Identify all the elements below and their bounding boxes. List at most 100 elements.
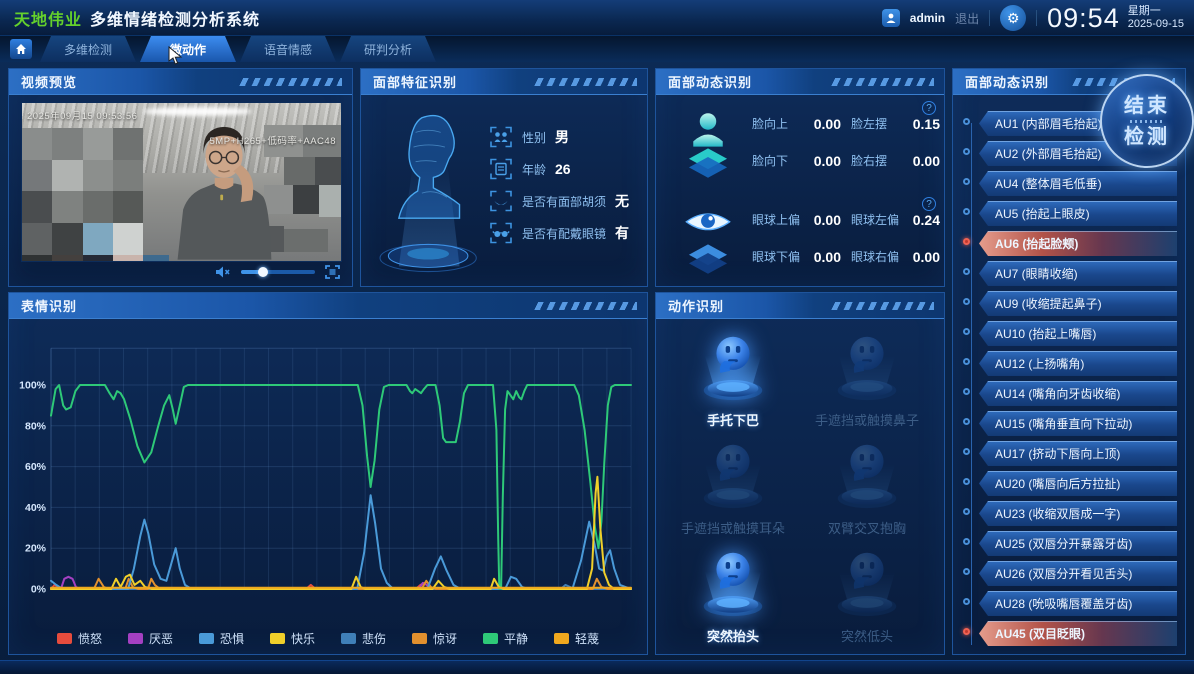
au-item[interactable]: AU45 (双目眨眼) [979, 621, 1177, 646]
tab-微动作[interactable]: 微动作 [140, 36, 236, 62]
action-grid: 手托下巴 手遮挡或触摸鼻子 手遮挡或触摸耳朵 双臂交叉抱胸 突然抬头 突然低头 [666, 325, 934, 648]
legend-label: 愤怒 [78, 630, 102, 647]
au-status-dot [963, 388, 970, 395]
home-icon [15, 43, 27, 55]
action-item-手托下巴: 手托下巴 [666, 325, 800, 433]
au-item[interactable]: AU25 (双唇分开暴露牙齿) [979, 531, 1177, 556]
video-controls [21, 263, 340, 281]
au-item[interactable]: AU28 (吮吸嘴唇覆盖牙齿) [979, 591, 1177, 616]
user-name[interactable]: admin [910, 11, 945, 25]
panel-video-preview: 视频预览 2025年09月15 09:53:56 5MP+H265+低码率+AA… [8, 68, 353, 287]
logout-button[interactable]: 退出 [955, 10, 979, 27]
legend-label: 悲伤 [362, 630, 386, 647]
feature-value: 无 [615, 191, 629, 211]
y-axis-tick: 60% [25, 461, 47, 473]
video-player[interactable]: 2025年09月15 09:53:56 5MP+H265+低码率+AAC48 [21, 102, 342, 262]
au-label: AU20 (嘴唇向后方拉扯) [979, 471, 1177, 496]
legend-item-轻蔑[interactable]: 轻蔑 [554, 630, 599, 647]
mosaic-block [52, 160, 82, 192]
metric-value: 0.00 [812, 212, 841, 228]
dynamics-group: ?脸向上0.00脸左摆0.15脸向下0.00脸右摆0.00 [656, 99, 944, 191]
metric-value: 0.00 [905, 153, 940, 169]
tab-研判分析[interactable]: 研判分析 [340, 36, 436, 62]
volume-slider[interactable] [241, 270, 315, 274]
au-item[interactable]: AU9 (收缩提起鼻子) [979, 291, 1177, 316]
au-label: AU4 (整体眉毛低垂) [979, 171, 1177, 196]
tab-多维检测[interactable]: 多维检测 [40, 36, 136, 62]
volume-knob[interactable] [258, 267, 268, 277]
au-item[interactable]: AU20 (嘴唇向后方拉扯) [979, 471, 1177, 496]
help-icon[interactable]: ? [922, 101, 936, 115]
end-detection-button[interactable]: 结束 检测 [1100, 74, 1194, 168]
au-status-dot [963, 538, 970, 545]
home-button[interactable] [10, 39, 32, 59]
action-item-双臂交叉抱胸: 双臂交叉抱胸 [800, 433, 934, 541]
legend-swatch [128, 633, 143, 644]
settings-gear-icon[interactable]: ⚙ [1000, 5, 1026, 31]
tab-语音情感[interactable]: 语音情感 [240, 36, 336, 62]
au-item[interactable]: AU12 (上扬嘴角) [979, 351, 1177, 376]
au-item[interactable]: AU14 (嘴角向牙齿收缩) [979, 381, 1177, 406]
au-label: AU5 (抬起上眼皮) [979, 201, 1177, 226]
feature-label: 是否有配戴眼镜 [522, 225, 606, 242]
expression-chart: 0%20%40%60%80%100% [13, 323, 645, 619]
au-label: AU45 (双目眨眼) [979, 621, 1177, 646]
au-item[interactable]: AU5 (抬起上眼皮) [979, 201, 1177, 226]
video-osd-stream: 5MP+H265+低码率+AAC48 [210, 133, 337, 147]
legend-item-厌恶[interactable]: 厌恶 [128, 630, 173, 647]
au-label: AU23 (收缩双唇成一字) [979, 501, 1177, 526]
au-item[interactable]: AU17 (挤动下唇向上顶) [979, 441, 1177, 466]
fullscreen-icon[interactable] [325, 265, 340, 279]
legend-item-愤怒[interactable]: 愤怒 [57, 630, 102, 647]
feature-row: 是否有配戴眼镜有 [489, 221, 641, 245]
action-label: 突然抬头 [707, 626, 759, 645]
clock-time: 09:54 [1047, 3, 1120, 34]
beard-icon [489, 189, 513, 213]
au-status-dot [963, 148, 970, 155]
legend-item-悲伤[interactable]: 悲伤 [341, 630, 386, 647]
brand-logo: 天地伟业 [14, 6, 82, 30]
y-axis-tick: 0% [31, 584, 47, 596]
au-item[interactable]: AU6 (抬起脸颊) [979, 231, 1177, 256]
feature-value: 26 [555, 161, 571, 177]
feature-label: 性别 [522, 129, 546, 146]
panel-face-dynamics: 面部动态识别 ?脸向上0.00脸左摆0.15脸向下0.00脸右摆0.00?眼球上… [655, 68, 945, 287]
end-button-divider [1130, 120, 1164, 123]
au-status-dot [963, 118, 970, 125]
au-item[interactable]: AU10 (抬起上嘴唇) [979, 321, 1177, 346]
au-status-dot [963, 238, 970, 245]
au-status-dot [963, 358, 970, 365]
au-label: AU7 (眼睛收缩) [979, 261, 1177, 286]
au-status-dot [963, 178, 970, 185]
au-label: AU15 (嘴角垂直向下拉动) [979, 411, 1177, 436]
legend-label: 恐惧 [220, 630, 244, 647]
help-icon[interactable]: ? [922, 197, 936, 211]
au-item[interactable]: AU26 (双唇分开看见舌头) [979, 561, 1177, 586]
y-axis-tick: 20% [25, 543, 47, 555]
au-label: AU14 (嘴角向牙齿收缩) [979, 381, 1177, 406]
legend-item-惊讶[interactable]: 惊讶 [412, 630, 457, 647]
legend-label: 快乐 [291, 630, 315, 647]
au-item[interactable]: AU23 (收缩双唇成一字) [979, 501, 1177, 526]
panel-title: 面部特征识别 [361, 69, 647, 95]
legend-item-快乐[interactable]: 快乐 [270, 630, 315, 647]
legend-item-平静[interactable]: 平静 [483, 630, 528, 647]
action-item-突然抬头: 突然抬头 [666, 540, 800, 648]
mosaic-block [52, 223, 82, 255]
legend-swatch [57, 633, 72, 644]
au-item[interactable]: AU15 (嘴角垂直向下拉动) [979, 411, 1177, 436]
action-item-突然低头: 突然低头 [800, 540, 934, 648]
au-item[interactable]: AU4 (整体眉毛低垂) [979, 171, 1177, 196]
legend-label: 惊讶 [433, 630, 457, 647]
action-item-手遮挡或触摸耳朵: 手遮挡或触摸耳朵 [666, 433, 800, 541]
feature-label: 是否有面部胡须 [522, 193, 606, 210]
mute-icon[interactable] [215, 265, 231, 279]
dynamics-metrics: 眼球上偏0.00眼球左偏0.24眼球下偏0.00眼球右偏0.00 [752, 211, 940, 265]
legend-item-恐惧[interactable]: 恐惧 [199, 630, 244, 647]
y-axis-tick: 100% [19, 380, 47, 392]
legend-label: 平静 [504, 630, 528, 647]
action-label: 手托下巴 [707, 410, 759, 429]
action-label: 手遮挡或触摸鼻子 [815, 410, 919, 429]
au-item[interactable]: AU7 (眼睛收缩) [979, 261, 1177, 286]
mosaic-block [293, 185, 319, 213]
